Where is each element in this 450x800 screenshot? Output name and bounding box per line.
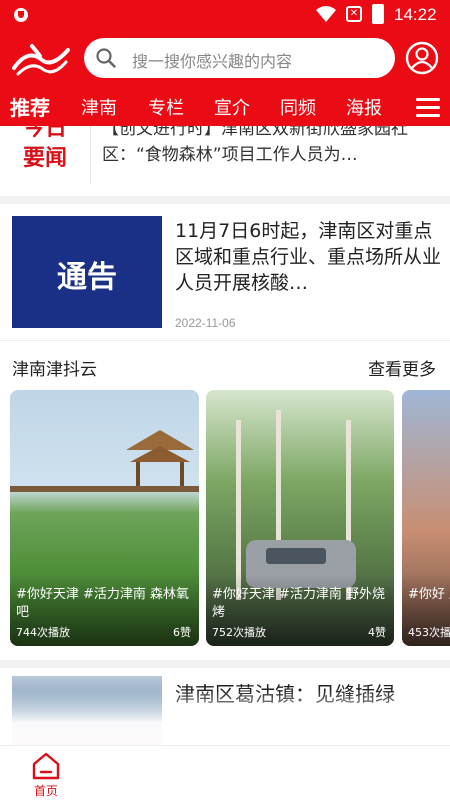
notice-thumbnail[interactable]: 通告 [12, 216, 162, 328]
today-news-headline[interactable]: 【创文进行时】津南区双新街欣盛家园社区：“食物森林”项目工作人员为… [102, 126, 437, 168]
bottom-navigation: 首页 [0, 745, 450, 800]
wifi-icon [316, 6, 336, 22]
home-label: 首页 [33, 784, 58, 798]
tab-publicity[interactable]: 宣介 [214, 94, 250, 120]
like-count: 6赞 [173, 626, 191, 639]
video-caption: #你好 愿者的 [408, 587, 450, 602]
today-news-badge: 今日 要闻 [10, 126, 80, 196]
home-icon [32, 752, 60, 780]
play-count: 752次播放 [212, 626, 266, 639]
app-logo-icon [12, 44, 70, 76]
battery-icon [372, 4, 384, 24]
nav-home[interactable]: 首页 [26, 752, 66, 798]
video-caption: #你好天津 #活力津南 森林氧吧 [16, 587, 190, 620]
play-count: 744次播放 [16, 626, 70, 639]
video-card[interactable]: #你好天津 #活力津南 森林氧吧 744次播放 6赞 [10, 390, 199, 646]
header: ✕ 14:22 搜一搜你感兴趣的内容 推荐 津南 专栏 宣介 同频 海报 [0, 0, 450, 126]
section-divider [0, 340, 450, 341]
notice-thumbnail-text: 通告 [57, 260, 117, 295]
search-placeholder: 搜一搜你感兴趣的内容 [132, 52, 293, 71]
tab-jinnan[interactable]: 津南 [81, 94, 117, 120]
tab-same-frequency[interactable]: 同频 [280, 94, 316, 120]
section-divider [0, 196, 450, 204]
see-more-link[interactable]: 查看更多 [368, 355, 436, 380]
like-count: 4赞 [368, 626, 386, 639]
play-count: 453次播 [408, 626, 450, 639]
search-bar[interactable]: 搜一搜你感兴趣的内容 [84, 38, 395, 78]
status-bar: ✕ 14:22 [0, 0, 450, 30]
user-profile-icon[interactable] [405, 41, 439, 75]
search-icon [96, 48, 116, 68]
no-signal-icon: ✕ [346, 6, 362, 22]
badge-line-1: 今日 [22, 126, 67, 141]
status-time: 14:22 [394, 5, 437, 24]
badge-line-2: 要闻 [22, 146, 67, 171]
divider [90, 126, 91, 184]
pavilion-image [10, 430, 199, 492]
notice-title[interactable]: 11月7日6时起，津南区对重点区域和重点行业、重点场所从业人员开展核酸… [175, 218, 441, 296]
video-section-title: 津南津抖云 [12, 360, 97, 380]
shield-icon [14, 8, 28, 22]
menu-icon[interactable] [416, 98, 440, 118]
tab-recommend[interactable]: 推荐 [10, 92, 50, 121]
tab-column[interactable]: 专栏 [148, 94, 184, 120]
category-tabs: 推荐 津南 专栏 宣介 同频 海报 [0, 90, 450, 126]
tab-posters[interactable]: 海报 [346, 94, 382, 120]
scroll-fade [0, 690, 450, 750]
video-card[interactable]: #你好 愿者的 453次播 [402, 390, 450, 646]
today-news[interactable]: 今日 要闻 【创文进行时】津南区双新街欣盛家园社区：“食物森林”项目工作人员为… [0, 126, 450, 196]
video-card[interactable]: #你好天津 #活力津南 野外烧烤 752次播放 4赞 [206, 390, 394, 646]
notice-date: 2022-11-06 [175, 316, 236, 330]
video-caption: #你好天津 #活力津南 野外烧烤 [212, 587, 386, 620]
section-divider [0, 660, 450, 668]
